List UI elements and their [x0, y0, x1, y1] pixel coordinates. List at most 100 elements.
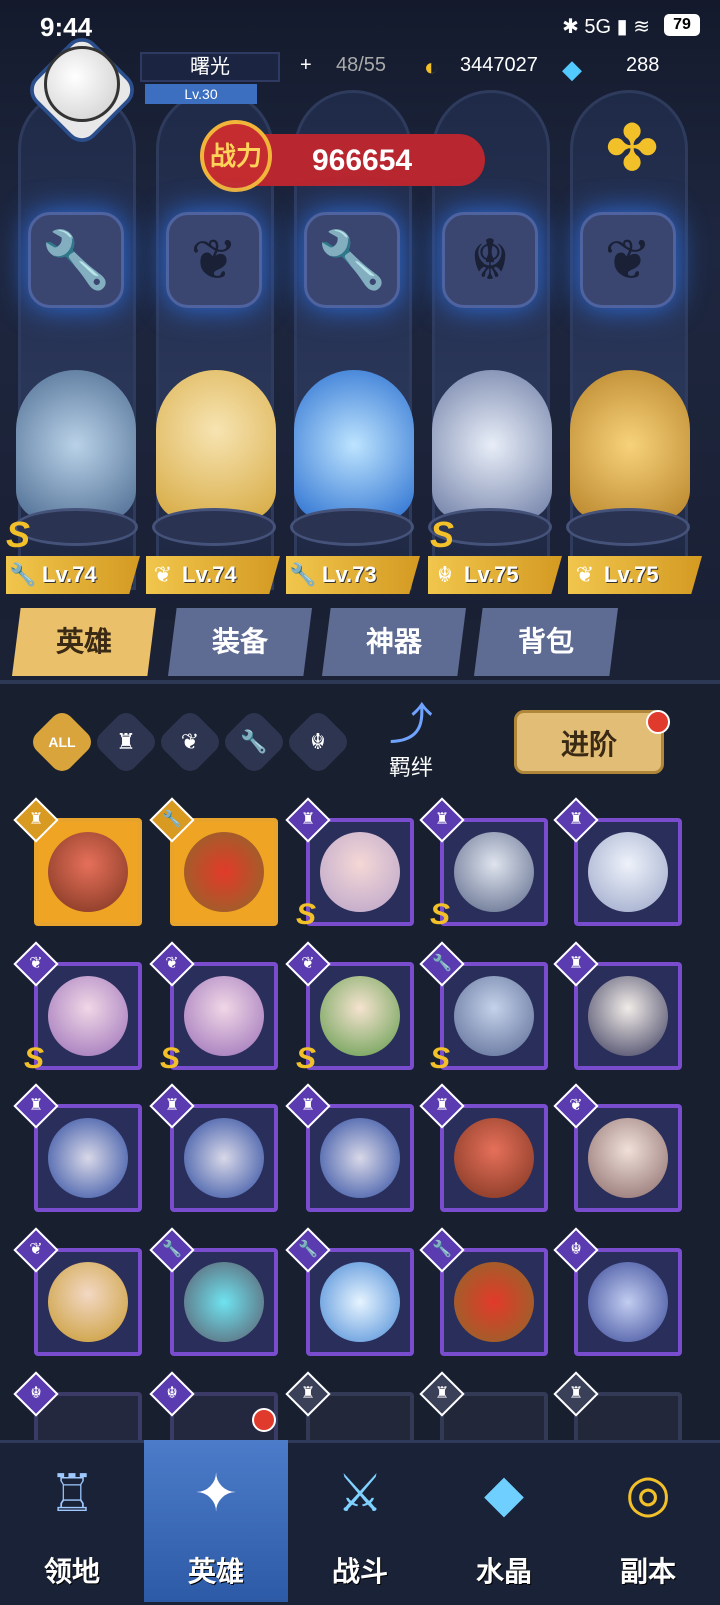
flower-menu-icon[interactable]: ✤ — [596, 112, 668, 184]
pedestal — [14, 508, 138, 546]
tab-bag[interactable]: 背包 — [474, 608, 618, 676]
portal-icon: ◎ — [625, 1465, 671, 1523]
wrench-icon: 🔧 — [298, 1241, 318, 1258]
advance-button[interactable]: 进阶 — [514, 710, 664, 774]
bond-icon: ⤴ — [389, 700, 433, 749]
wing-icon: ❦ — [153, 562, 173, 587]
warrior-icon: ♜ — [568, 811, 584, 828]
avatar[interactable] — [44, 46, 120, 122]
hero-card[interactable]: ♜ — [13, 1083, 142, 1212]
warrior-icon: ♜ — [300, 1385, 316, 1402]
demon-icon: ☬ — [437, 562, 453, 587]
wing-icon: ❦ — [165, 955, 179, 972]
hero-card[interactable]: ❦ — [553, 1083, 682, 1212]
wrench-icon: 🔧 — [432, 955, 452, 972]
wing-icon: ❦ — [575, 562, 595, 587]
hero-card[interactable]: 🔧 — [149, 797, 278, 926]
player-name: 曙光 — [140, 52, 280, 82]
tab-equipment[interactable]: 装备 — [168, 608, 312, 676]
rank-badge: S — [296, 898, 317, 931]
wing-icon: ❦ — [580, 212, 676, 308]
nav-label: 英雄 — [187, 1556, 244, 1587]
hero-card[interactable]: 🔧 S — [419, 941, 548, 1075]
hero-card[interactable]: ♜ — [553, 941, 682, 1070]
wrench-icon: 🔧 — [289, 562, 317, 587]
crystal-icon: ◆ — [484, 1465, 524, 1523]
filter-all-label[interactable]: ALL — [38, 718, 86, 766]
hero-card[interactable]: ♜ S — [419, 797, 548, 931]
stamina-plus-icon[interactable]: + — [300, 54, 312, 77]
rank-badge: S — [24, 1042, 45, 1075]
hero-card[interactable]: ♜ — [419, 1083, 548, 1212]
pedestal — [152, 508, 276, 546]
bond-label: 羁绊 — [388, 755, 433, 780]
warrior-icon: ♜ — [568, 1385, 584, 1402]
demon-icon: ☬ — [310, 729, 326, 754]
nav-territory[interactable]: ♖ 领地 — [0, 1440, 144, 1602]
wing-icon: ❦ — [180, 729, 200, 754]
nav-crystal[interactable]: ◆ 水晶 — [432, 1440, 576, 1602]
wrench-icon: 🔧 — [162, 811, 182, 828]
hero-card[interactable]: 🔧 — [285, 1227, 414, 1356]
warrior-icon: ♜ — [116, 729, 136, 754]
hero-card[interactable]: ♜ — [285, 1083, 414, 1212]
notification-dot — [646, 710, 670, 734]
hero-card[interactable]: ❦ — [13, 1227, 142, 1356]
rank-badge: S — [296, 1042, 317, 1075]
notification-dot — [252, 1408, 276, 1432]
wrench-icon: 🔧 — [240, 729, 268, 754]
nav-label: 水晶 — [475, 1556, 532, 1587]
power-value: 966654 — [312, 144, 413, 177]
nav-label: 副本 — [619, 1556, 676, 1587]
hero-card[interactable]: ♜ — [553, 797, 682, 926]
nav-heroes[interactable]: ✦ 英雄 — [144, 1440, 288, 1602]
hero-card[interactable]: ☬ — [553, 1227, 682, 1356]
wrench-icon: 🔧 — [432, 1241, 452, 1258]
stamina-value: 48/55 — [336, 54, 387, 76]
wing-icon: ❦ — [29, 1241, 43, 1258]
lineup-hero-slot-2[interactable] — [156, 370, 276, 520]
hero-card[interactable]: ❦ S — [149, 941, 278, 1075]
castle-icon: ♖ — [48, 1465, 96, 1523]
hero-card[interactable]: ♜ — [149, 1083, 278, 1212]
nav-label: 领地 — [43, 1556, 100, 1587]
wrench-icon: 🔧 — [9, 562, 37, 587]
warrior-icon: ♜ — [434, 1385, 450, 1402]
warrior-icon: ♜ — [28, 1097, 44, 1114]
hero-card[interactable]: ♜ S — [285, 797, 414, 931]
nav-label: 战斗 — [331, 1556, 388, 1587]
hero-card[interactable]: ♜ — [13, 797, 142, 926]
gem-value: 288 — [626, 54, 660, 76]
player-level: Lv.30 — [145, 84, 257, 104]
hero-card[interactable]: 🔧 — [419, 1227, 548, 1356]
power-label: 战力 — [200, 120, 272, 192]
hero-card[interactable]: ❦ S — [13, 941, 142, 1075]
warrior-icon: ♜ — [300, 1097, 316, 1114]
demon-icon: ☬ — [166, 1385, 178, 1402]
lineup-hero-slot-3[interactable] — [294, 370, 414, 520]
bond-button[interactable]: ⤴ 羁绊 — [366, 700, 456, 780]
nav-dungeon[interactable]: ◎ 副本 — [576, 1440, 720, 1602]
lineup-hero-slot-1[interactable] — [16, 370, 136, 520]
rank-badge: S — [430, 514, 455, 555]
warrior-icon: ♜ — [434, 811, 450, 828]
gem-icon[interactable]: ◆ — [562, 54, 582, 85]
network-type: 5G — [584, 16, 612, 38]
wrench-icon: 🔧 — [28, 212, 124, 308]
warrior-icon: ♜ — [434, 1097, 450, 1114]
warrior-icon: ♜ — [300, 811, 316, 828]
wing-icon: ❦ — [166, 212, 262, 308]
demon-icon: ☬ — [442, 212, 538, 308]
hero-card[interactable]: 🔧 — [149, 1227, 278, 1356]
gold-icon[interactable]: ◐ — [424, 54, 439, 82]
lineup-hero-slot-4[interactable] — [432, 370, 552, 520]
tab-artifacts[interactable]: 神器 — [322, 608, 466, 676]
warrior-icon: ♜ — [28, 811, 44, 828]
warrior-icon: ♜ — [568, 955, 584, 972]
wing-icon: ❦ — [569, 1097, 583, 1114]
status-bar: 9:44 ✱ 5G ▮ ≋ 79 — [0, 0, 720, 48]
lineup-hero-slot-5[interactable] — [570, 370, 690, 520]
nav-battle[interactable]: ⚔ 战斗 — [288, 1440, 432, 1602]
hero-card[interactable]: ❦ S — [285, 941, 414, 1075]
tab-heroes[interactable]: 英雄 — [12, 608, 156, 676]
